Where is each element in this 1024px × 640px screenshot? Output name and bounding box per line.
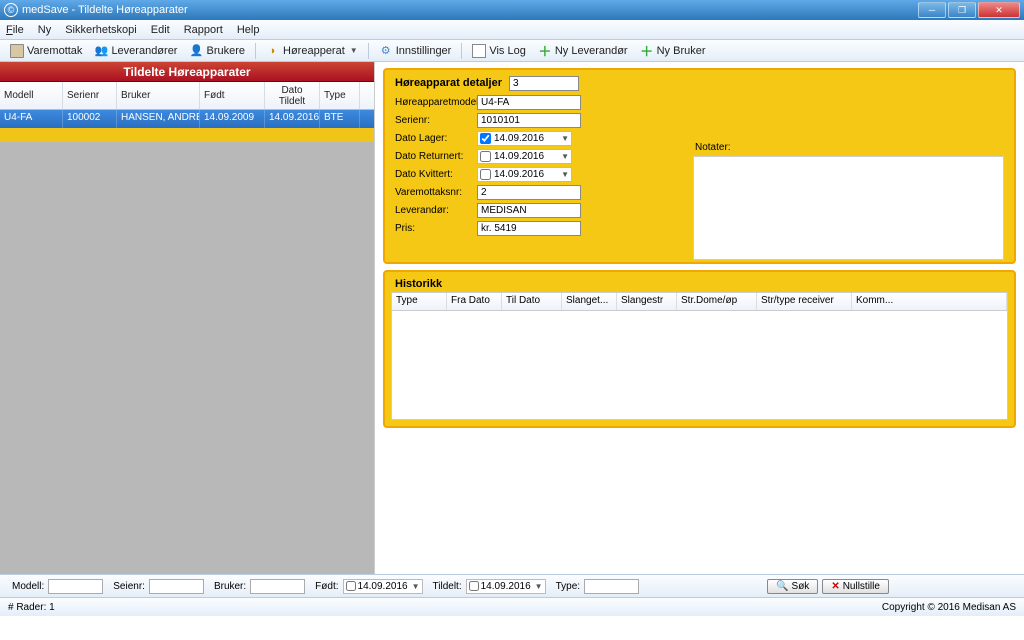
col-fodt[interactable]: Født <box>200 82 265 109</box>
right-panel: Høreapparat detaljer Høreapparetmodel: S… <box>375 62 1024 616</box>
status-bar: # Rader: 1 Copyright © 2016 Medisan AS <box>0 598 1024 616</box>
serienr-input[interactable] <box>477 113 581 128</box>
app-icon: © <box>4 3 18 17</box>
close-button[interactable]: ✕ <box>978 2 1020 18</box>
dato-lager-input[interactable]: 14.09.2016▼ <box>477 131 572 146</box>
model-input[interactable] <box>477 95 581 110</box>
menu-rapport[interactable]: Rapport <box>184 24 223 36</box>
people-icon: 👥 <box>94 44 108 58</box>
toolbar-brukere[interactable]: 👤Brukere <box>185 43 249 59</box>
menu-ny[interactable]: Ny <box>38 24 51 36</box>
log-icon <box>472 44 486 58</box>
minimize-button[interactable]: ─ <box>918 2 946 18</box>
search-button[interactable]: 🔍Søk <box>767 579 818 594</box>
reset-button[interactable]: ✕Nullstille <box>822 579 889 594</box>
filter-bruker-input[interactable] <box>250 579 305 594</box>
toolbar: Varemottak 👥Leverandører 👤Brukere ◗Hørea… <box>0 40 1024 62</box>
ear-icon: ◗ <box>266 44 280 58</box>
filter-fodt-date[interactable]: 14.09.2016▼ <box>343 579 423 594</box>
copyright: Copyright © 2016 Medisan AS <box>882 602 1016 613</box>
historikk-title: Historikk <box>385 272 1014 292</box>
varemottaksnr-input[interactable] <box>477 185 581 200</box>
menu-bar: File Ny Sikkerhetskopi Edit Rapport Help <box>0 20 1024 40</box>
dato-returnert-input[interactable]: 14.09.2016▼ <box>477 149 572 164</box>
filter-modell-input[interactable] <box>48 579 103 594</box>
historikk-panel: Historikk Type Fra Dato Til Dato Slanget… <box>383 270 1016 428</box>
grid-row-empty <box>0 128 374 142</box>
grid-header: Modell Serienr Bruker Født Dato Tildelt … <box>0 82 374 110</box>
toolbar-ny-leverandor[interactable]: ＋Ny Leverandør <box>534 43 632 59</box>
toolbar-leverandorer[interactable]: 👥Leverandører <box>90 43 181 59</box>
chevron-down-icon[interactable]: ▼ <box>561 152 569 161</box>
toolbar-innstillinger[interactable]: ⚙Innstillinger <box>375 43 456 59</box>
left-panel: Tildelte Høreapparater Modell Serienr Br… <box>0 62 375 616</box>
search-icon: 🔍 <box>776 581 788 592</box>
pris-input[interactable] <box>477 221 581 236</box>
user-icon: 👤 <box>189 44 203 58</box>
chevron-down-icon[interactable]: ▼ <box>561 170 569 179</box>
chevron-down-icon: ▼ <box>350 46 358 55</box>
filter-tildelt-date[interactable]: 14.09.2016▼ <box>466 579 546 594</box>
notater-textarea[interactable] <box>693 156 1004 260</box>
col-modell[interactable]: Modell <box>0 82 63 109</box>
detail-index-input[interactable] <box>509 76 579 91</box>
notater-label: Notater: <box>695 142 731 153</box>
toolbar-varemottak[interactable]: Varemottak <box>6 43 86 59</box>
menu-edit[interactable]: Edit <box>151 24 170 36</box>
filter-bar: Modell: Seienr: Bruker: Født: 14.09.2016… <box>0 574 1024 598</box>
clear-icon: ✕ <box>831 581 839 592</box>
window-title: medSave - Tildelte Høreapparater <box>22 4 188 16</box>
leverandor-input[interactable] <box>477 203 581 218</box>
grid-row-selected[interactable]: U4-FA 100002 HANSEN, ANDRE 14.09.2009 14… <box>0 110 374 128</box>
chevron-down-icon[interactable]: ▼ <box>535 582 543 591</box>
filter-serienr-input[interactable] <box>149 579 204 594</box>
chevron-down-icon[interactable]: ▼ <box>561 134 569 143</box>
col-serienr[interactable]: Serienr <box>63 82 117 109</box>
menu-help[interactable]: Help <box>237 24 260 36</box>
col-bruker[interactable]: Bruker <box>117 82 200 109</box>
toolbar-ny-bruker[interactable]: ＋Ny Bruker <box>636 43 710 59</box>
plus-icon: ＋ <box>538 44 552 58</box>
gear-icon: ⚙ <box>379 44 393 58</box>
plus-icon: ＋ <box>640 44 654 58</box>
detail-panel: Høreapparat detaljer Høreapparetmodel: S… <box>383 68 1016 264</box>
grid-body[interactable]: U4-FA 100002 HANSEN, ANDRE 14.09.2009 14… <box>0 110 374 600</box>
chevron-down-icon[interactable]: ▼ <box>412 582 420 591</box>
col-type[interactable]: Type <box>320 82 360 109</box>
menu-sikkerhet[interactable]: Sikkerhetskopi <box>65 24 137 36</box>
toolbar-vislog[interactable]: Vis Log <box>468 43 530 59</box>
maximize-button[interactable]: ❐ <box>948 2 976 18</box>
row-count: # Rader: 1 <box>8 602 55 613</box>
menu-file[interactable]: File <box>6 24 24 36</box>
box-icon <box>10 44 24 58</box>
filter-type-input[interactable] <box>584 579 639 594</box>
dato-kvittert-input[interactable]: 14.09.2016▼ <box>477 167 572 182</box>
historikk-grid[interactable]: Type Fra Dato Til Dato Slanget... Slange… <box>391 292 1008 420</box>
toolbar-horeapparat[interactable]: ◗Høreapperat▼ <box>262 43 362 59</box>
left-panel-title: Tildelte Høreapparater <box>0 62 374 82</box>
historikk-header: Type Fra Dato Til Dato Slanget... Slange… <box>392 293 1007 311</box>
window-titlebar: © medSave - Tildelte Høreapparater ─ ❐ ✕ <box>0 0 1024 20</box>
col-dato-tildelt[interactable]: Dato Tildelt <box>265 82 320 109</box>
detail-title: Høreapparat detaljer <box>395 76 1004 91</box>
